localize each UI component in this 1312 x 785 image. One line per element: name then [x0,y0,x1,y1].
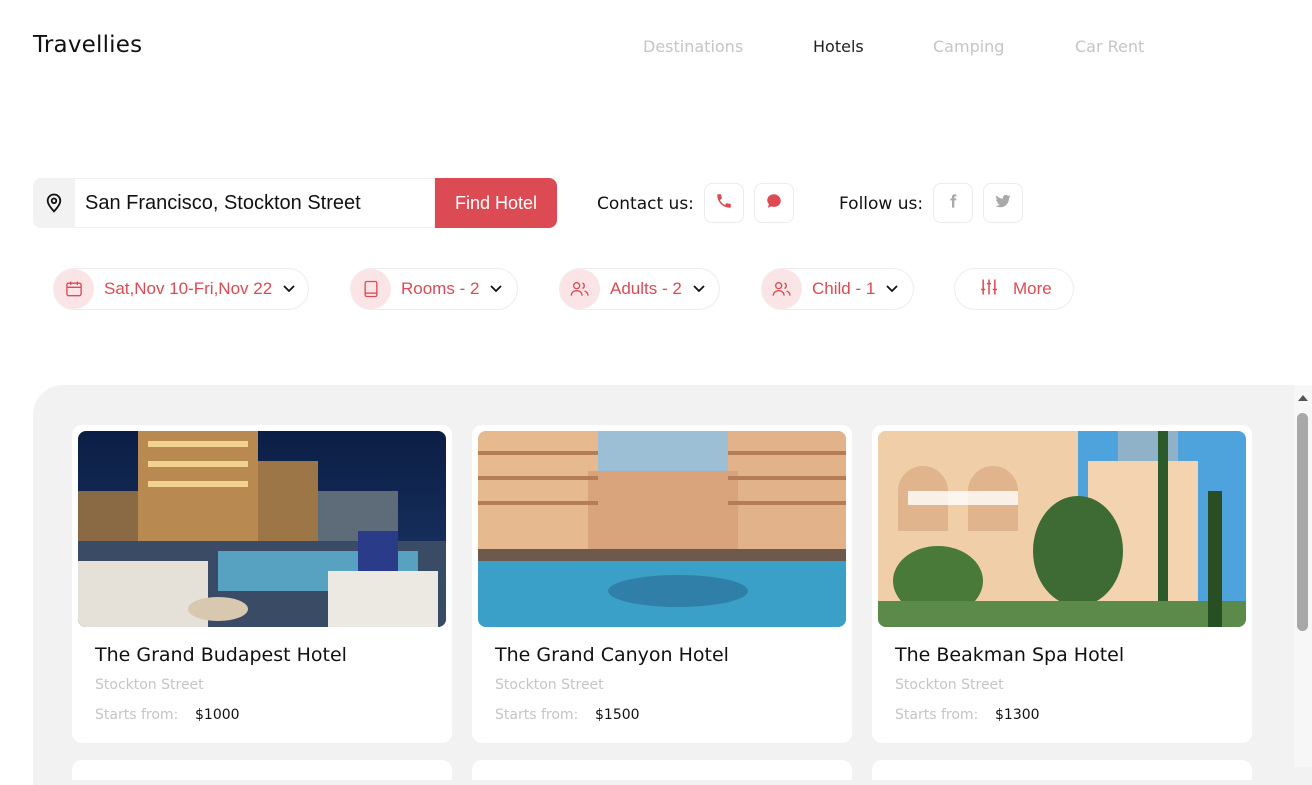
phone-icon [715,192,733,215]
child-label: Child - 1 [812,279,876,298]
sliders-icon [979,277,999,302]
chat-icon [765,192,783,215]
scrollbar[interactable] [1294,385,1312,767]
rooms-label: Rooms - 2 [401,279,480,298]
hotel-card[interactable]: The Beakman Spa Hotel Stockton Street St… [872,425,1252,743]
hotel-image [78,431,446,627]
hotel-name: The Grand Canyon Hotel [495,644,729,666]
adults-filter[interactable]: Adults - 2 [559,268,720,310]
hotel-price: $1000 [195,707,240,723]
hotel-card[interactable]: The Grand Budapest Hotel Stockton Street… [72,425,452,743]
hotel-card-peek [72,760,452,780]
rooms-filter[interactable]: Rooms - 2 [350,268,518,310]
twitter-button[interactable] [983,183,1023,223]
users-icon [762,269,802,309]
more-label: More [1013,279,1052,298]
scroll-up-arrow-icon[interactable] [1298,395,1308,401]
chevron-down-icon [489,284,503,294]
nav-destinations[interactable]: Destinations [643,37,743,56]
find-hotel-button[interactable]: Find Hotel [435,178,557,228]
hotel-card[interactable]: The Grand Canyon Hotel Stockton Street S… [472,425,852,743]
hotel-image [878,431,1246,627]
facebook-icon [945,192,961,215]
hotel-search-bar: Find Hotel [33,178,557,228]
nav-hotels[interactable]: Hotels [813,37,864,56]
more-filters-button[interactable]: More [954,268,1074,310]
book-icon [351,269,391,309]
calendar-icon [54,269,94,309]
chevron-down-icon [692,284,706,294]
hotel-image [478,431,846,627]
hotel-card-peek [872,760,1252,780]
child-filter[interactable]: Child - 1 [761,268,914,310]
location-input[interactable] [75,178,435,228]
chevron-down-icon [282,284,296,294]
twitter-icon [993,192,1013,215]
chat-button[interactable] [754,183,794,223]
chevron-down-icon [885,284,899,294]
hotel-price: $1500 [595,707,640,723]
date-range-label: Sat,Nov 10-Fri,Nov 22 [104,279,273,298]
price-label: Starts from: [895,707,979,723]
users-icon [560,269,600,309]
header: Travellies Destinations Hotels Camping C… [0,0,1312,95]
contact-label: Contact us: [597,194,694,214]
scrollbar-thumb[interactable] [1297,413,1308,631]
main-nav: Destinations Hotels Camping Car Rent [0,37,1312,61]
price-label: Starts from: [95,707,179,723]
hotel-street: Stockton Street [495,677,604,693]
hotel-street: Stockton Street [95,677,204,693]
hotel-price: $1300 [995,707,1040,723]
nav-camping[interactable]: Camping [933,37,1004,56]
hotel-name: The Beakman Spa Hotel [895,644,1125,666]
price-label: Starts from: [495,707,579,723]
hotel-card-peek [472,760,852,780]
hotel-name: The Grand Budapest Hotel [95,644,347,666]
nav-car-rent[interactable]: Car Rent [1075,37,1144,56]
location-pin-icon [33,178,75,228]
phone-button[interactable] [704,183,744,223]
adults-label: Adults - 2 [610,279,682,298]
facebook-button[interactable] [933,183,973,223]
follow-label: Follow us: [839,194,924,214]
hotel-street: Stockton Street [895,677,1004,693]
date-range-filter[interactable]: Sat,Nov 10-Fri,Nov 22 [53,268,309,310]
